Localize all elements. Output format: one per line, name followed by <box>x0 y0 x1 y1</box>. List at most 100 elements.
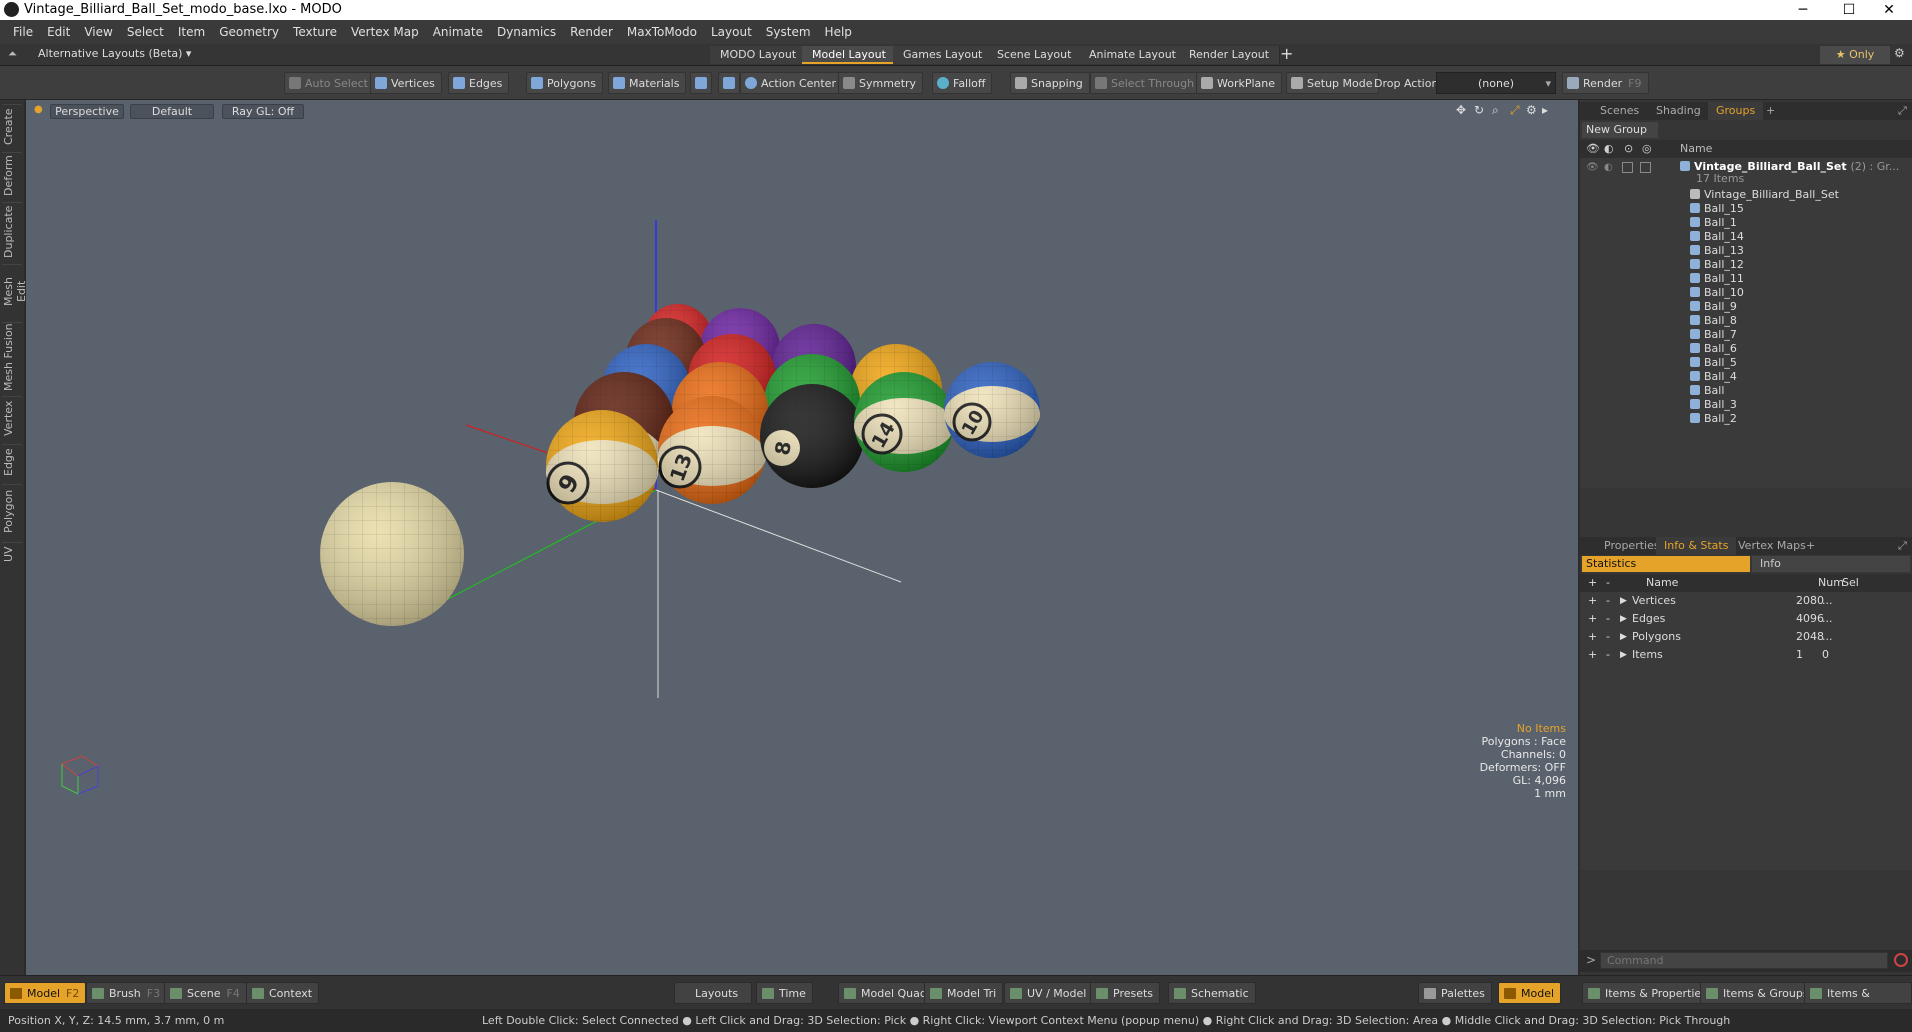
row-expand-arrow-icon[interactable]: ▶ <box>1620 592 1627 610</box>
select-through-button[interactable]: Select Through <box>1090 72 1202 94</box>
close-icon[interactable]: ✕ <box>1866 0 1912 20</box>
tab-info[interactable]: Info <box>1752 556 1910 572</box>
action-center-button[interactable]: Action Center <box>740 72 843 94</box>
command-input[interactable] <box>1600 952 1888 969</box>
schematic-button[interactable]: Schematic <box>1168 982 1256 1004</box>
row-plus-icon[interactable]: + <box>1588 628 1597 646</box>
tab-vertex[interactable]: Vertex <box>2 396 22 440</box>
scene-mode-button[interactable]: Scene F4 <box>164 982 247 1004</box>
row-minus-icon[interactable]: - <box>1606 610 1610 628</box>
expand-all-icon[interactable]: + <box>1588 574 1597 592</box>
row-plus-icon[interactable]: + <box>1588 592 1597 610</box>
tab-info-stats[interactable]: Info & Stats <box>1656 537 1737 555</box>
row-plus-icon[interactable]: + <box>1588 646 1597 664</box>
component-toggle-button[interactable] <box>690 72 712 94</box>
tab-uv[interactable]: UV <box>2 542 22 566</box>
lock-icon[interactable]: ⊙ <box>1624 142 1633 155</box>
gear-icon[interactable]: ⚙ <box>1894 46 1905 60</box>
menu-animate[interactable]: Animate <box>426 25 490 39</box>
auto-select-button[interactable]: Auto Select <box>284 72 375 94</box>
snapping-button[interactable]: Snapping <box>1010 72 1090 94</box>
tab-polygon[interactable]: Polygon <box>2 484 22 538</box>
render-button[interactable]: Render F9 <box>1562 72 1649 94</box>
row-expand-arrow-icon[interactable]: ▶ <box>1620 646 1627 664</box>
setup-mode-button[interactable]: Setup Mode <box>1286 72 1380 94</box>
only-toggle[interactable]: ★ Only <box>1820 46 1890 64</box>
model-tri-button[interactable]: Model Tri <box>924 982 1004 1004</box>
record-icon[interactable] <box>1894 953 1908 967</box>
tab-mesh-edit[interactable]: Mesh Edit <box>2 264 28 318</box>
brush-mode-button[interactable]: Brush F3 <box>86 982 168 1004</box>
tab-scenes[interactable]: Scenes <box>1592 102 1647 120</box>
tab-shading[interactable]: Shading <box>1648 102 1709 120</box>
edges-button[interactable]: Edges <box>448 72 510 94</box>
row-expand-arrow-icon[interactable]: ▶ <box>1620 628 1627 646</box>
add-layout-button[interactable]: + <box>1280 44 1293 63</box>
menu-help[interactable]: Help <box>818 25 859 39</box>
tab-duplicate[interactable]: Duplicate <box>2 202 22 260</box>
alternative-layouts-dropdown[interactable]: Alternative Layouts (Beta) ▾ <box>38 47 191 60</box>
tab-groups[interactable]: Groups <box>1708 102 1764 120</box>
render-toggle-icon[interactable]: ◐ <box>1604 142 1614 155</box>
menu-view[interactable]: View <box>77 25 119 39</box>
select-toggle-icon[interactable]: ◎ <box>1642 142 1652 155</box>
add-props-tab-button[interactable]: + <box>1798 537 1823 555</box>
expand-panel-icon[interactable]: ⤢ <box>1890 102 1912 120</box>
stats-row-polygons[interactable]: + - ▶ Polygons 2048... <box>1580 628 1912 646</box>
menu-texture[interactable]: Texture <box>286 25 344 39</box>
materials-button[interactable]: Materials <box>608 72 687 94</box>
items-groups-button[interactable]: Items & Groups <box>1700 982 1816 1004</box>
tab-deform[interactable]: Deform <box>2 152 22 198</box>
menu-render[interactable]: Render <box>563 25 620 39</box>
row-minus-icon[interactable]: - <box>1606 646 1610 664</box>
tab-modo-layout[interactable]: MODO Layout <box>710 46 808 64</box>
tab-model-layout[interactable]: Model Layout <box>802 46 897 64</box>
model-tab-button[interactable]: Model <box>1498 982 1562 1004</box>
tab-render-layout[interactable]: Render Layout <box>1179 46 1281 64</box>
context-button[interactable]: Context <box>246 982 320 1004</box>
tab-statistics[interactable]: Statistics <box>1582 556 1750 572</box>
stats-row-items[interactable]: + - ▶ Items 1 0 <box>1580 646 1912 664</box>
symmetry-button[interactable]: Symmetry <box>838 72 924 94</box>
row-expand-arrow-icon[interactable]: ▶ <box>1620 610 1627 628</box>
row-render-icon[interactable]: ◐ <box>1604 162 1613 173</box>
menu-file[interactable]: File <box>6 25 40 39</box>
menu-item[interactable]: Item <box>171 25 212 39</box>
tree-item-ball-2[interactable]: Ball_2 <box>1690 410 1737 428</box>
presets-button[interactable]: Presets <box>1090 982 1161 1004</box>
drop-action-select[interactable]: (none) ▾ <box>1436 72 1556 94</box>
menu-layout[interactable]: Layout <box>704 25 759 39</box>
row-lock-checkbox[interactable] <box>1622 162 1633 173</box>
vertices-button[interactable]: Vertices <box>370 72 442 94</box>
tab-animate-layout[interactable]: Animate Layout <box>1079 46 1187 64</box>
tab-scene-layout[interactable]: Scene Layout <box>987 46 1083 64</box>
menu-vertex-map[interactable]: Vertex Map <box>344 25 426 39</box>
new-group-button[interactable]: New Group <box>1582 122 1658 138</box>
expand-props-icon[interactable]: ⤢ <box>1890 537 1912 555</box>
tab-games-layout[interactable]: Games Layout <box>893 46 994 64</box>
tab-create[interactable]: Create <box>2 104 22 148</box>
model-mode-button[interactable]: Model F2 <box>4 982 87 1004</box>
row-minus-icon[interactable]: - <box>1606 628 1610 646</box>
time-button[interactable]: Time <box>756 982 813 1004</box>
model-quad-button[interactable]: Model Quad <box>838 982 934 1004</box>
stats-row-edges[interactable]: + - ▶ Edges 4096... <box>1580 610 1912 628</box>
menu-select[interactable]: Select <box>120 25 171 39</box>
row-select-checkbox[interactable] <box>1640 162 1651 173</box>
3d-viewport[interactable]: ● Perspective Default Ray GL: Off ✥ ↻ ⌕ … <box>26 100 1578 975</box>
row-eye-icon[interactable]: 👁 <box>1586 162 1599 173</box>
tab-edge[interactable]: Edge <box>2 444 22 480</box>
item-toggle-button[interactable] <box>718 72 740 94</box>
tab-mesh-fusion[interactable]: Mesh Fusion <box>2 322 22 392</box>
minimize-icon[interactable]: ─ <box>1780 0 1826 20</box>
menu-maxtomodo[interactable]: MaxToModo <box>620 25 704 39</box>
menu-dynamics[interactable]: Dynamics <box>490 25 563 39</box>
collapse-all-icon[interactable]: - <box>1606 574 1610 592</box>
visibility-eye-icon[interactable]: 👁 <box>1586 142 1600 155</box>
palettes-button[interactable]: Palettes <box>1418 982 1492 1004</box>
items-properties-button[interactable]: Items & Properties <box>1582 982 1714 1004</box>
row-minus-icon[interactable]: - <box>1606 592 1610 610</box>
add-tab-button[interactable]: + <box>1758 102 1783 120</box>
menu-edit[interactable]: Edit <box>40 25 77 39</box>
menu-geometry[interactable]: Geometry <box>212 25 286 39</box>
